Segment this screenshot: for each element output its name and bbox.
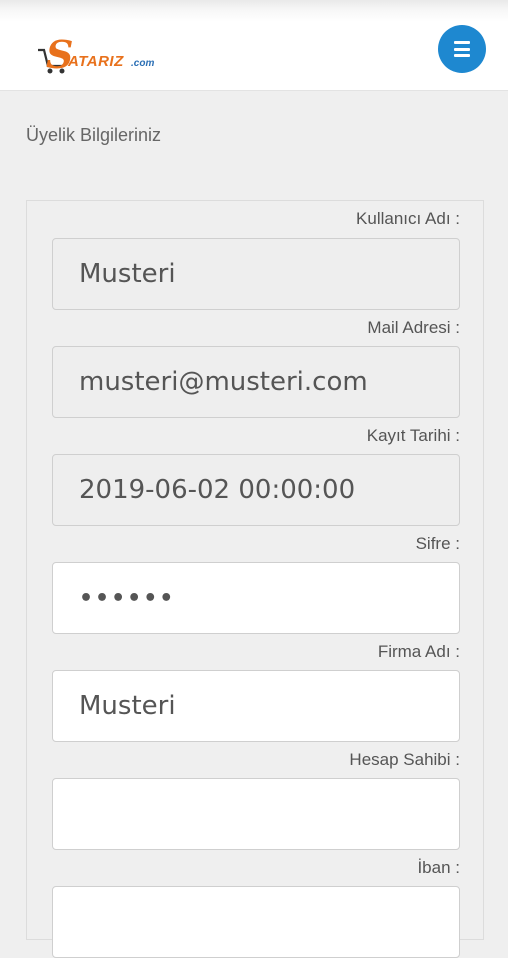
password-label: Sifre : xyxy=(415,534,460,553)
iban-label: İban : xyxy=(417,858,460,877)
account-holder-field[interactable] xyxy=(52,778,460,850)
svg-text:.com: .com xyxy=(131,58,154,69)
hamburger-menu-icon-bar xyxy=(454,47,470,51)
menu-button[interactable] xyxy=(438,25,486,73)
registration-date-field: 2019-06-02 00:00:00 xyxy=(52,454,460,526)
password-field[interactable]: •••••• xyxy=(52,562,460,634)
username-field: Musteri xyxy=(52,238,460,310)
username-label: Kullanıcı Adı : xyxy=(356,209,460,228)
svg-text:ATARIZ: ATARIZ xyxy=(67,53,124,70)
hamburger-menu-icon xyxy=(454,41,470,44)
app-header: S ATARIZ .com xyxy=(0,0,508,91)
email-label: Mail Adresi : xyxy=(367,318,460,337)
iban-field[interactable] xyxy=(52,886,460,958)
registration-date-label: Kayıt Tarihi : xyxy=(366,426,460,445)
email-field: musteri@musteri.com xyxy=(52,346,460,418)
membership-form-panel: Kullanıcı Adı : Musteri Mail Adresi : mu… xyxy=(26,200,484,958)
company-name-label: Firma Adı : xyxy=(377,642,460,661)
hamburger-menu-icon-bar xyxy=(454,54,470,57)
page-title: Üyelik Bilgileriniz xyxy=(26,125,162,145)
satariz-logo[interactable]: S ATARIZ .com xyxy=(34,30,164,76)
company-name-field[interactable]: Musteri xyxy=(52,670,460,742)
account-holder-label: Hesap Sahibi : xyxy=(349,750,460,769)
